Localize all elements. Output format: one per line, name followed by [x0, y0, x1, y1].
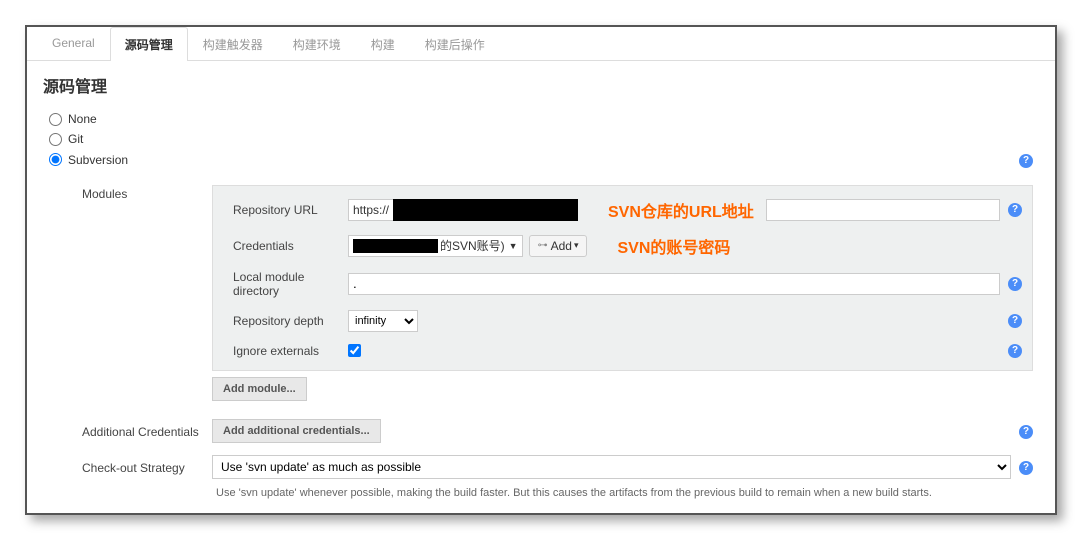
- help-icon[interactable]: ?: [1008, 277, 1022, 291]
- credentials-suffix: 的SVN账号): [440, 237, 505, 254]
- depth-row: Repository depth infinity ?: [223, 304, 1032, 338]
- radio-none-label: None: [68, 112, 97, 126]
- repo-url-label: Repository URL: [233, 203, 348, 217]
- help-icon[interactable]: ?: [1008, 344, 1022, 358]
- checkout-strategy-select[interactable]: Use 'svn update' as much as possible: [212, 455, 1011, 479]
- checkout-strategy-label: Check-out Strategy: [82, 455, 212, 475]
- tab-scm[interactable]: 源码管理: [110, 27, 188, 61]
- local-dir-input[interactable]: [348, 273, 1000, 295]
- modules-row: Modules Repository URL https:// SVN仓库的UR…: [82, 175, 1033, 413]
- radio-row-svn: Subversion ?: [49, 149, 1033, 171]
- ignore-externals-checkbox[interactable]: [348, 344, 361, 357]
- radio-row-none: None: [49, 109, 1033, 129]
- radio-git[interactable]: [49, 133, 62, 146]
- config-window: General 源码管理 构建触发器 构建环境 构建 构建后操作 源码管理 No…: [25, 25, 1057, 515]
- tab-post[interactable]: 构建后操作: [410, 27, 500, 61]
- local-dir-label: Local module directory: [233, 270, 348, 298]
- key-icon: ⊶: [538, 240, 548, 251]
- scm-radio-group: None Git Subversion ?: [27, 105, 1055, 175]
- add-credentials-button[interactable]: ⊶ Add ▾: [529, 235, 588, 257]
- ignore-ext-label: Ignore externals: [233, 344, 348, 358]
- additional-cred-label: Additional Credentials: [82, 419, 212, 439]
- credentials-label: Credentials: [233, 239, 348, 253]
- repo-url-redacted: [393, 199, 578, 221]
- quiet-checkout-row: Quiet check-out ?: [82, 509, 1033, 516]
- radio-none[interactable]: [49, 113, 62, 126]
- radio-svn-label: Subversion: [68, 153, 128, 167]
- local-dir-row: Local module directory ?: [223, 264, 1032, 304]
- annotation-repo-url: SVN仓库的URL地址: [608, 198, 754, 222]
- help-icon[interactable]: ?: [1008, 314, 1022, 328]
- depth-label: Repository depth: [233, 314, 348, 328]
- module-block: Repository URL https:// SVN仓库的URL地址 ?: [212, 185, 1033, 371]
- quiet-checkout-label: Quiet check-out: [82, 515, 212, 516]
- repo-url-prefix: https://: [348, 199, 393, 221]
- credentials-select[interactable]: 的SVN账号) ▼: [348, 235, 523, 257]
- credentials-row: Credentials 的SVN账号) ▼ ⊶ Add: [223, 228, 1032, 264]
- tab-build[interactable]: 构建: [356, 27, 410, 61]
- chevron-down-icon: ▾: [574, 240, 579, 251]
- help-icon[interactable]: ?: [1019, 461, 1033, 475]
- help-icon[interactable]: ?: [1019, 425, 1033, 439]
- tab-general[interactable]: General: [37, 27, 110, 61]
- tab-triggers[interactable]: 构建触发器: [188, 27, 278, 61]
- radio-git-label: Git: [68, 132, 83, 146]
- radio-subversion[interactable]: [49, 153, 62, 166]
- strategy-description: Use 'svn update' whenever possible, maki…: [212, 479, 1011, 503]
- additional-credentials-row: Additional Credentials Add additional cr…: [82, 413, 1033, 449]
- chevron-down-icon: ▼: [509, 241, 518, 251]
- radio-row-git: Git: [49, 129, 1033, 149]
- depth-select[interactable]: infinity: [348, 310, 418, 332]
- tab-bar: General 源码管理 构建触发器 构建环境 构建 构建后操作: [27, 27, 1055, 61]
- tab-env[interactable]: 构建环境: [278, 27, 356, 61]
- annotation-credentials: SVN的账号密码: [617, 234, 730, 258]
- repo-url-field-extend[interactable]: [766, 199, 1000, 221]
- repo-url-input[interactable]: https://: [348, 199, 578, 221]
- help-icon[interactable]: ?: [1008, 203, 1022, 217]
- add-additional-credentials-button[interactable]: Add additional credentials...: [212, 419, 381, 443]
- credentials-redacted: [353, 239, 438, 253]
- ignore-externals-row: Ignore externals ?: [223, 338, 1032, 364]
- add-module-button[interactable]: Add module...: [212, 377, 307, 401]
- help-icon[interactable]: ?: [1019, 154, 1033, 168]
- svn-config-area: Modules Repository URL https:// SVN仓库的UR…: [27, 175, 1055, 516]
- checkout-strategy-row: Check-out Strategy Use 'svn update' as m…: [82, 449, 1033, 509]
- repo-url-row: Repository URL https:// SVN仓库的URL地址 ?: [223, 192, 1032, 228]
- section-heading: 源码管理: [27, 61, 1055, 105]
- add-cred-label: Add: [551, 239, 572, 253]
- modules-label: Modules: [82, 181, 212, 201]
